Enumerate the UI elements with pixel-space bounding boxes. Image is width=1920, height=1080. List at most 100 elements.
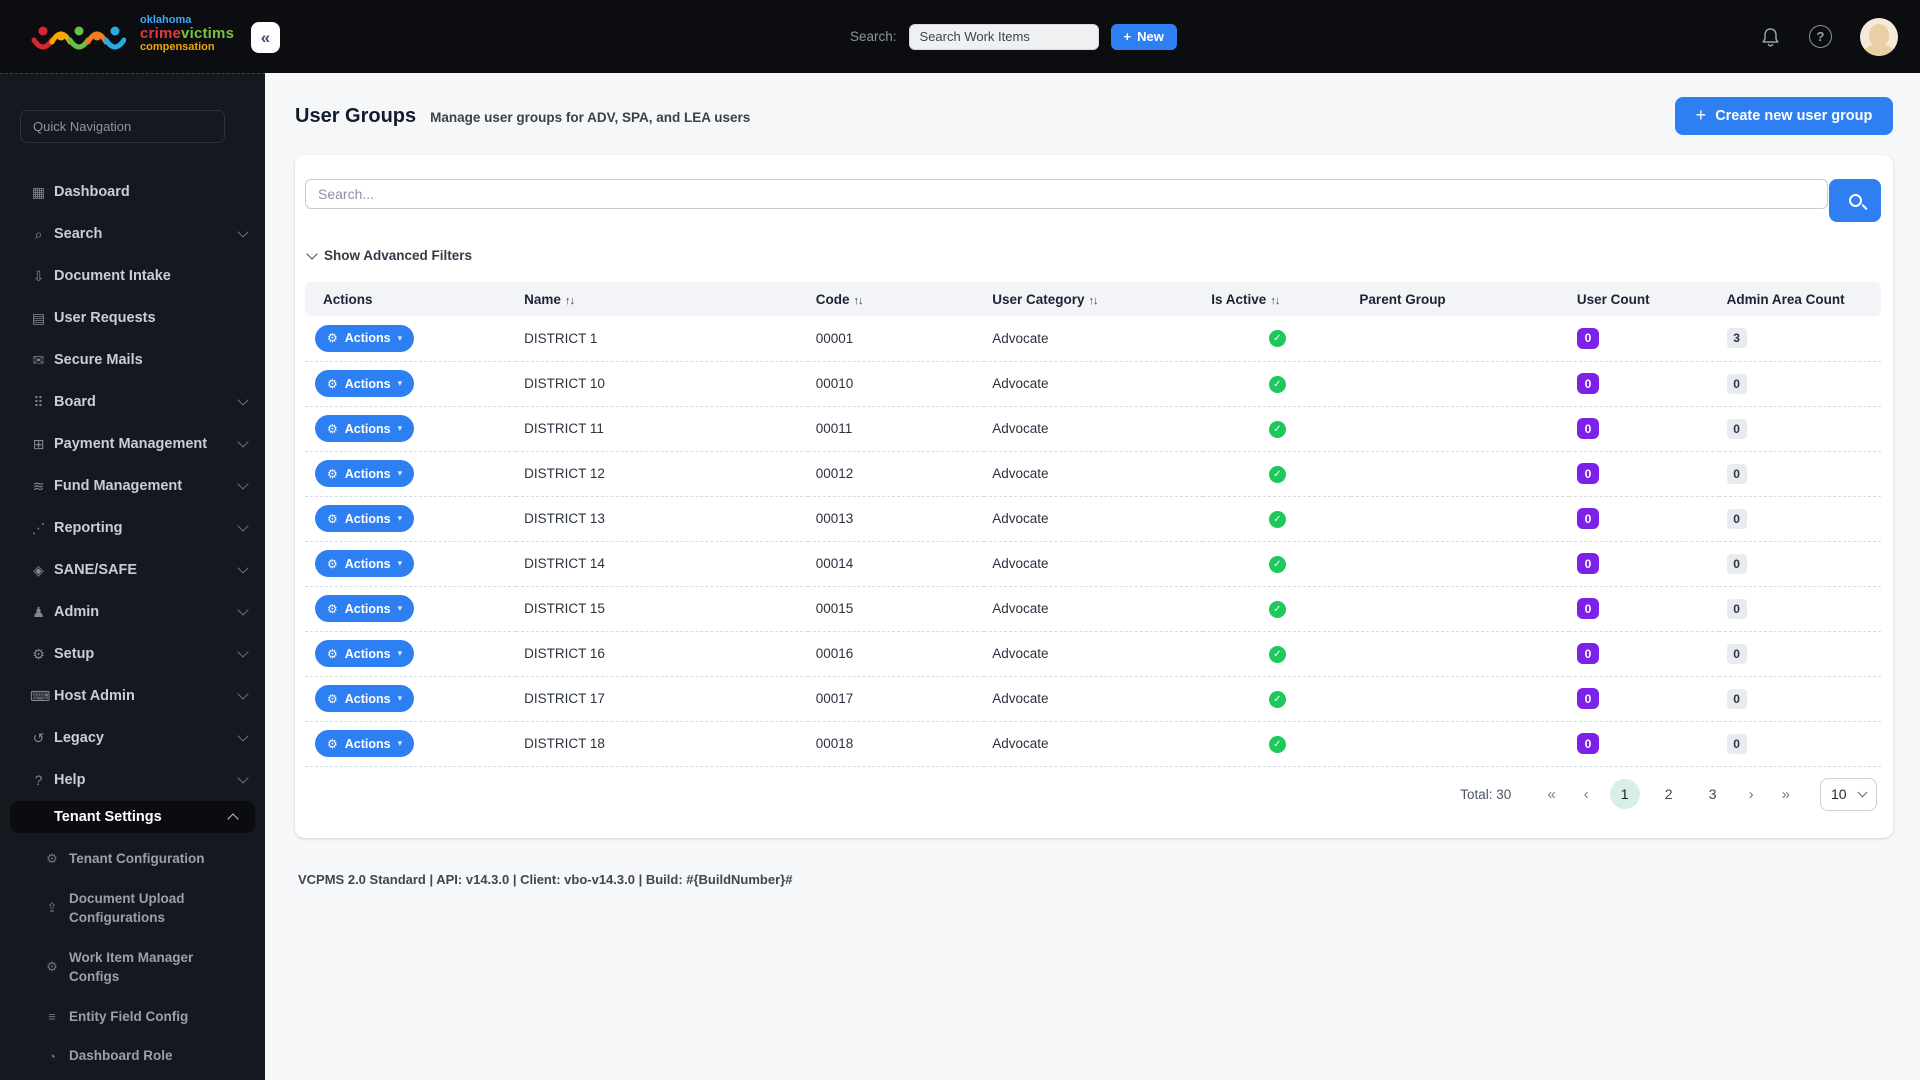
help-icon[interactable]: ?: [1809, 25, 1832, 48]
sidebar-item-label: Legacy: [54, 730, 104, 746]
active-check-icon: ✓: [1268, 735, 1286, 753]
sidebar-item-host-admin[interactable]: ⌨ Host Admin: [0, 675, 265, 717]
column-header-is-active[interactable]: Is Active ↑↓: [1203, 282, 1352, 316]
page-first-icon[interactable]: «: [1533, 786, 1569, 803]
sidebar-item-payment-management[interactable]: ⊞ Payment Management: [0, 423, 265, 465]
chevron-down-icon: [237, 604, 249, 616]
search-icon: ⌕: [34, 225, 43, 242]
avatar-body: [1864, 43, 1894, 56]
column-header-label: Is Active: [1211, 291, 1267, 307]
sidebar-item-board[interactable]: ⠿ Board: [0, 381, 265, 423]
sidebar-subitem-entity-field-config[interactable]: ≡ Entity Field Config: [0, 997, 265, 1037]
topbar: oklahoma crimevictims compensation « Sea…: [0, 0, 1920, 73]
create-user-group-button[interactable]: + Create new user group: [1675, 97, 1893, 135]
sidebar-item-help[interactable]: ? Help: [0, 759, 265, 801]
sidebar-collapse-button[interactable]: «: [251, 22, 280, 53]
admin-area-count-badge: 0: [1726, 643, 1747, 664]
sidebar-subitem-tenant-configuration[interactable]: ⚙ Tenant Configuration: [0, 839, 265, 879]
page-number-2[interactable]: 2: [1654, 779, 1684, 809]
row-actions-button[interactable]: ⚙ Actions ▾: [315, 685, 415, 712]
table-row: ⚙ Actions ▾ DISTRICT 16 00016 Advocate ✓ 0 0: [305, 631, 1881, 677]
topbar-icons: ?: [1760, 0, 1898, 73]
page-subtitle: Manage user groups for ADV, SPA, and LEA…: [430, 110, 751, 125]
sidebar-subitem-label: Work Item Manager Configs: [69, 949, 194, 985]
table-search-row: [305, 179, 1881, 222]
row-actions-button[interactable]: ⚙ Actions ▾: [315, 640, 415, 667]
search-icon: [1848, 194, 1862, 207]
column-header-label: Parent Group: [1359, 291, 1446, 307]
sidebar-nav: ▦ Dashboard ⌕ Search ⇩ Document Intake ▤ User R…: [0, 171, 265, 1076]
sidebar-item-label: Payment Management: [54, 436, 208, 452]
page-size-select[interactable]: 10: [1820, 777, 1877, 811]
column-header-name[interactable]: Name ↑↓: [516, 282, 808, 316]
sidebar-item-sane-safe[interactable]: ◈ SANE/SAFE: [0, 549, 265, 591]
sidebar-item-search[interactable]: ⌕ Search: [0, 213, 265, 255]
table-row: ⚙ Actions ▾ DISTRICT 13 00013 Advocate ✓ 0 0: [305, 496, 1881, 542]
row-actions-button[interactable]: ⚙ Actions ▾: [315, 595, 415, 622]
column-header-label: User Category: [992, 291, 1085, 307]
group-code: 00017: [815, 691, 854, 706]
gear-icon: ⚙: [327, 556, 338, 571]
chevron-down-icon: [237, 646, 249, 658]
sidebar-item-legacy[interactable]: ↺ Legacy: [0, 717, 265, 759]
column-header-actions: Actions: [305, 282, 517, 316]
page-last-icon[interactable]: »: [1768, 786, 1804, 803]
legacy-icon: ↺: [32, 729, 45, 746]
sidebar-item-label: Document Intake: [54, 268, 171, 284]
sidebar-subitem-document-upload-configurations[interactable]: ⇪ Document Upload Configurations: [0, 879, 265, 938]
admin-area-count-badge: 0: [1726, 373, 1747, 394]
group-code: 00001: [815, 330, 854, 346]
sidebar-subitem-work-item-manager-configs[interactable]: ⚙ Work Item Manager Configs: [0, 938, 265, 997]
column-header-user-category[interactable]: User Category ↑↓: [984, 282, 1204, 316]
sidebar-item-fund-management[interactable]: ≋ Fund Management: [0, 465, 265, 507]
main-content: User Groups Manage user groups for ADV, …: [265, 73, 1920, 1080]
actions-button-label: Actions: [344, 376, 391, 391]
sidebar-item-dashboard[interactable]: ▦ Dashboard: [0, 171, 265, 213]
actions-button-label: Actions: [344, 601, 391, 616]
sidebar-item-setup[interactable]: ⚙ Setup: [0, 633, 265, 675]
topbar-search-group: Search: +New: [850, 0, 1177, 73]
active-check-icon: ✓: [1268, 600, 1286, 618]
sidebar-item-user-requests[interactable]: ▤ User Requests: [0, 297, 265, 339]
table-search-button[interactable]: [1829, 179, 1881, 222]
user-avatar[interactable]: [1860, 17, 1898, 56]
sidebar-item-label: Reporting: [54, 520, 123, 536]
sidebar-item-secure-mails[interactable]: ✉ Secure Mails: [0, 339, 265, 381]
quick-navigation-input[interactable]: [20, 110, 225, 143]
row-actions-button[interactable]: ⚙ Actions ▾: [315, 415, 415, 442]
sidebar-item-document-intake[interactable]: ⇩ Document Intake: [0, 255, 265, 297]
sidebar-item-reporting[interactable]: ⋰ Reporting: [0, 507, 265, 549]
actions-button-label: Actions: [344, 646, 391, 661]
active-check-icon: ✓: [1268, 645, 1286, 663]
new-work-item-button[interactable]: + New: [1110, 23, 1177, 50]
page-next-icon[interactable]: ›: [1735, 786, 1768, 803]
table-search-input[interactable]: [305, 179, 1828, 209]
sidebar-item-label: Host Admin: [54, 688, 135, 704]
page-prev-icon[interactable]: ‹: [1570, 786, 1603, 803]
sidebar-item-tenant-settings[interactable]: Tenant Settings: [10, 801, 255, 833]
column-header-code[interactable]: Code ↑↓: [807, 282, 985, 316]
user-count-badge: 0: [1576, 508, 1599, 529]
table-row: ⚙ Actions ▾ DISTRICT 18 00018 Advocate ✓ 0 0: [305, 721, 1881, 767]
user-count-badge: 0: [1576, 373, 1599, 394]
row-actions-button[interactable]: ⚙ Actions ▾: [315, 505, 415, 532]
row-actions-button[interactable]: ⚙ Actions ▾: [315, 460, 415, 487]
row-actions-button[interactable]: ⚙ Actions ▾: [315, 324, 415, 352]
row-actions-button[interactable]: ⚙ Actions ▾: [315, 730, 415, 757]
page-title: User Groups: [295, 104, 417, 127]
table-row: ⚙ Actions ▾ DISTRICT 1 00001 Advocate ✓ 0 3: [305, 316, 1881, 362]
admin-area-count-badge: 0: [1726, 553, 1747, 574]
page-number-1[interactable]: 1: [1609, 779, 1640, 809]
sidebar-item-admin[interactable]: ♟ Admin: [0, 591, 265, 633]
sidebar-item-label: User Requests: [54, 310, 156, 326]
group-code: 00014: [815, 556, 854, 571]
row-actions-button[interactable]: ⚙ Actions ▾: [315, 370, 415, 397]
gear-icon: ⚙: [327, 691, 338, 706]
chevron-down-icon: [237, 730, 249, 742]
advanced-filters-toggle[interactable]: Show Advanced Filters: [306, 247, 472, 263]
page-number-3[interactable]: 3: [1698, 779, 1728, 809]
notifications-bell-icon[interactable]: [1760, 26, 1781, 48]
work-items-search-input[interactable]: [908, 23, 1099, 50]
sidebar-subitem-dashboard-role[interactable]: ◔ Dashboard Role: [0, 1036, 265, 1076]
row-actions-button[interactable]: ⚙ Actions ▾: [315, 550, 415, 577]
